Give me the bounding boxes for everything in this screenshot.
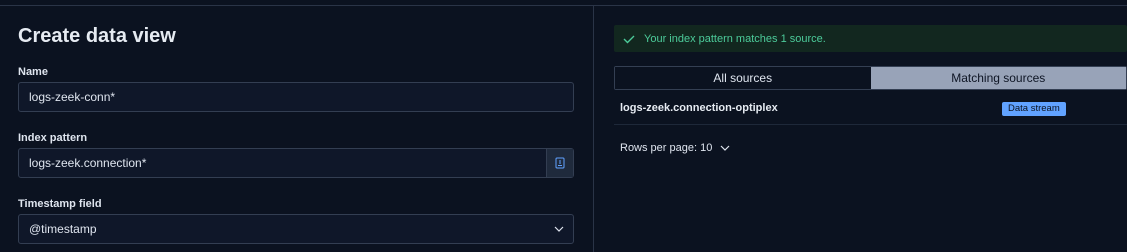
timestamp-select[interactable]: @timestamp [18, 214, 574, 244]
rows-per-page-button[interactable]: Rows per page: 10 [620, 142, 731, 154]
index-pattern-icon [555, 157, 565, 169]
tab-matching-sources[interactable]: Matching sources [870, 67, 1126, 89]
create-data-view-form: Create data view Name Index pattern Time… [0, 6, 593, 252]
index-pattern-input[interactable] [19, 149, 573, 177]
callout-message: Your index pattern matches 1 source. [644, 32, 826, 45]
match-callout: Your index pattern matches 1 source. [614, 25, 1127, 52]
index-pattern-label: Index pattern [18, 132, 88, 144]
page-title: Create data view [18, 25, 176, 47]
name-input[interactable] [19, 83, 573, 111]
status-badge: Data stream [1002, 102, 1066, 116]
table-row: logs-zeek.connection-optiplex Data strea… [614, 94, 1127, 125]
check-icon [623, 35, 635, 43]
index-pattern-field[interactable] [18, 148, 574, 178]
tab-all-sources[interactable]: All sources [615, 67, 871, 89]
index-pattern-helper-button[interactable] [546, 149, 573, 177]
name-label: Name [18, 66, 48, 78]
chevron-down-icon [554, 226, 564, 232]
timestamp-label: Timestamp field [18, 198, 102, 210]
source-name: logs-zeek.connection-optiplex [620, 102, 778, 114]
rows-per-page-label: Rows per page: 10 [620, 142, 713, 154]
sources-tabs: All sources Matching sources [614, 66, 1127, 90]
name-field[interactable] [18, 82, 574, 112]
sources-preview-panel: Your index pattern matches 1 source. All… [594, 6, 1127, 252]
timestamp-selected-value: @timestamp [29, 222, 97, 236]
chevron-down-icon [720, 145, 730, 151]
